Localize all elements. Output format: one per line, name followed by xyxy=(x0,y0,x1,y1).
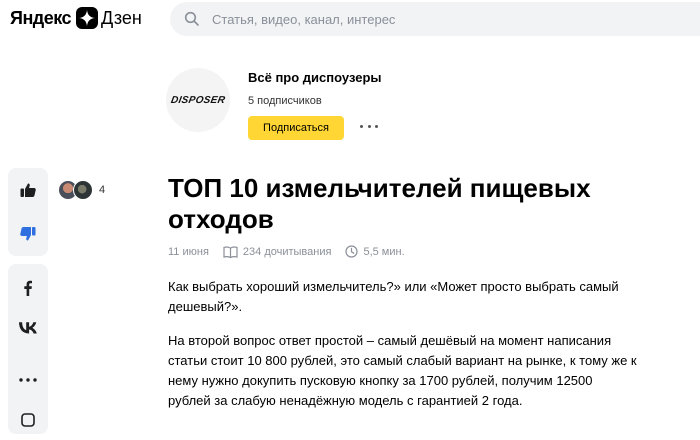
article-paragraph: Как выбрать хороший измельчитель?» или «… xyxy=(168,279,619,314)
channel-avatar[interactable]: DISPOSER xyxy=(166,68,230,132)
dzen-star-icon xyxy=(76,7,99,29)
reads-count: 234 дочитывания xyxy=(223,245,332,258)
share-extra-button[interactable] xyxy=(8,400,48,440)
read-time-text: 5,5 мин. xyxy=(363,245,405,258)
bookmark-icon xyxy=(21,413,35,427)
channel-subscribers: 5 подписчиков xyxy=(248,95,322,107)
thumbs-down-icon xyxy=(20,227,36,241)
reactor-avatar xyxy=(73,180,93,200)
search-input[interactable]: Статья, видео, канал, интерес xyxy=(170,2,700,36)
reactors-group[interactable]: 4 xyxy=(58,180,105,200)
dzen-logo[interactable]: Яндекс Дзен xyxy=(10,6,142,30)
vk-icon xyxy=(19,322,37,334)
vk-share-button[interactable] xyxy=(8,308,48,348)
channel-name[interactable]: Всё про диспоузеры xyxy=(248,70,382,85)
publish-date: 11 июня xyxy=(168,246,209,258)
like-button[interactable] xyxy=(8,168,48,212)
share-panel xyxy=(8,264,48,434)
book-icon xyxy=(223,245,238,258)
reaction-panel xyxy=(8,168,48,256)
publish-date-text: 11 июня xyxy=(168,245,209,258)
more-horizontal-icon xyxy=(19,378,37,382)
logo-dzen-text: Дзен xyxy=(101,7,142,28)
facebook-icon xyxy=(24,280,32,296)
search-placeholder: Статья, видео, канал, интерес xyxy=(212,11,396,27)
search-icon xyxy=(184,11,200,27)
more-share-button[interactable] xyxy=(8,360,48,400)
clock-icon xyxy=(345,245,359,258)
logo-yandex-text: Яндекс xyxy=(10,7,72,28)
more-options-icon[interactable] xyxy=(360,119,378,133)
facebook-share-button[interactable] xyxy=(8,268,48,308)
reaction-count: 4 xyxy=(99,184,106,196)
subscribe-button[interactable]: Подписаться xyxy=(248,116,344,140)
thumbs-up-icon xyxy=(20,183,36,197)
channel-avatar-logo: DISPOSER xyxy=(169,94,227,106)
read-time: 5,5 мин. xyxy=(345,245,405,258)
article-paragraph: На второй вопрос ответ простой – самый д… xyxy=(168,333,637,408)
dislike-button[interactable] xyxy=(8,212,48,256)
reads-count-text: 234 дочитывания xyxy=(242,245,332,258)
article-title: ТОП 10 измельчителей пищевых отходов xyxy=(168,173,591,234)
article-meta: 11 июня 234 дочитывания 5,5 мин. xyxy=(168,245,405,258)
